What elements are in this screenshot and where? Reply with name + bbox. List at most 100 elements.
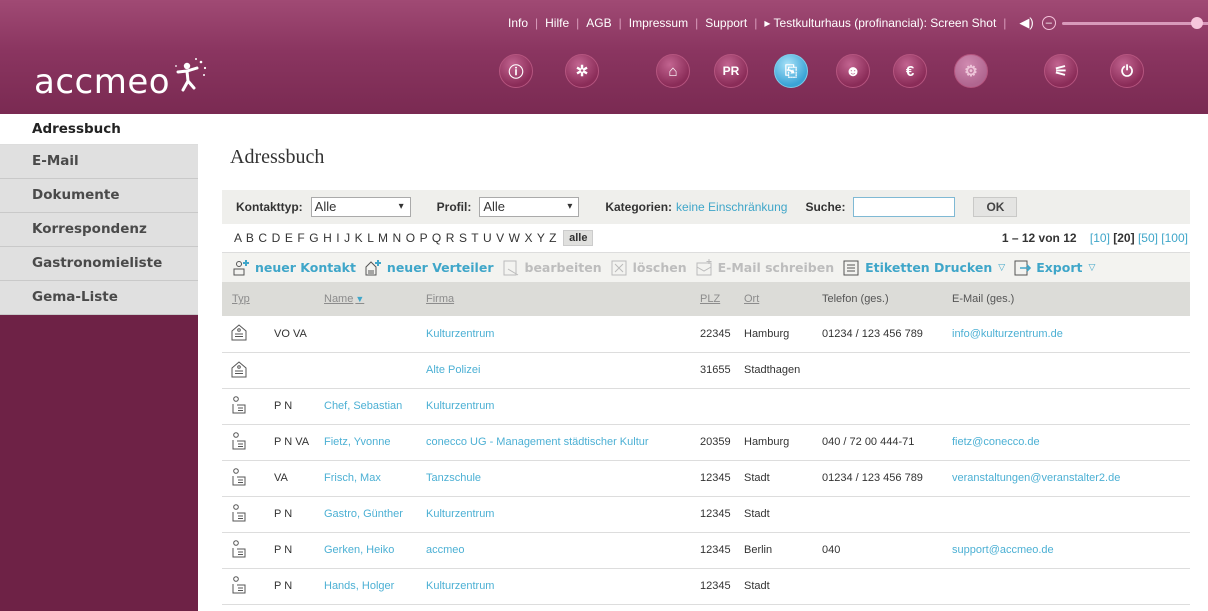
column-header-name[interactable]: Name ▼	[320, 282, 422, 316]
row-name-link[interactable]: Chef, Sebastian	[320, 388, 422, 425]
row-firma-link[interactable]: conecco UG - Management städtischer Kult…	[422, 424, 696, 461]
row-email-link[interactable]: veranstaltungen@veranstalter2.de	[948, 460, 1190, 497]
table-row[interactable]: P N Chef, Sebastian Kulturzentrum	[222, 388, 1190, 425]
row-name-link[interactable]: Frisch, Max	[320, 460, 422, 497]
print-labels-button[interactable]: Etiketten Drucken ▽	[842, 259, 1005, 277]
page-size-20[interactable]: [20]	[1113, 231, 1134, 245]
settings-icon[interactable]: ⚙	[954, 54, 988, 88]
row-type-icon-cell	[222, 352, 270, 389]
table-row[interactable]: P N Hands, Holger Kulturzentrum 12345 Stadt	[222, 568, 1190, 605]
row-firma-link[interactable]: Kulturzentrum	[422, 568, 696, 605]
sidebar-item-gema-liste[interactable]: Gema-Liste	[0, 281, 198, 315]
mixer-icon[interactable]: ⚟	[1044, 54, 1078, 88]
top-link-support[interactable]: Support	[705, 16, 747, 30]
action-toolbar: neuer Kontakt neuer Verteiler bearbeiten…	[222, 252, 1190, 282]
row-email-link[interactable]: fietz@conecco.de	[948, 424, 1190, 461]
page-title: Adressbuch	[230, 146, 325, 168]
ok-button[interactable]: OK	[973, 197, 1018, 217]
table-row[interactable]: VA Frisch, Max Tanzschule 12345 Stadt 01234 /…	[222, 460, 1190, 497]
row-firma-link[interactable]: Kulturzentrum	[422, 316, 696, 353]
email-icon	[696, 258, 712, 275]
sidebar-item-korrespondenz[interactable]: Korrespondenz	[0, 213, 198, 247]
row-ort: Stadt	[740, 496, 818, 533]
row-telefon: 01234 / 123 456 789	[818, 460, 948, 497]
profil-select[interactable]: Alle ▾	[479, 197, 580, 217]
row-email-link[interactable]: support@accmeo.de	[948, 532, 1190, 569]
row-type-icon-cell	[222, 496, 270, 533]
volume-minus-button[interactable]: –	[1041, 16, 1056, 30]
column-header-firma[interactable]: Firma	[422, 282, 696, 316]
speaker-icon[interactable]: ◀︎)	[1019, 15, 1033, 31]
search-input[interactable]	[853, 197, 956, 217]
sidebar-item-email[interactable]: E-Mail	[0, 145, 198, 179]
row-name-link[interactable]: Fietz, Yvonne	[320, 424, 422, 461]
alphabet-letters[interactable]: A B C D E F G H I J K L M N O P Q R S T …	[234, 231, 557, 245]
table-row[interactable]: P N Gerken, Heiko accmeo 12345 Berlin 040 supp…	[222, 532, 1190, 569]
row-firma-link[interactable]: Alte Polizei	[422, 352, 696, 389]
row-name-link[interactable]: Gerken, Heiko	[320, 532, 422, 569]
row-email-link[interactable]	[948, 388, 1190, 425]
account-switcher[interactable]: ▸ Testkulturhaus (profinancial): Screen …	[764, 16, 996, 30]
export-button[interactable]: Export ▽	[1013, 259, 1095, 277]
sidebar-item-gastronomieliste[interactable]: Gastronomieliste	[0, 247, 198, 281]
top-menu-bar: Info | Hilfe | AGB | Impressum | Support | ▸ …	[508, 12, 1208, 34]
row-email-link[interactable]	[948, 352, 1190, 389]
euro-icon[interactable]: €	[893, 54, 927, 88]
row-ort: Hamburg	[740, 316, 818, 353]
delete-button[interactable]: löschen	[610, 259, 687, 277]
dropdown-triangle-icon: ▽	[1088, 262, 1096, 273]
table-row[interactable]: VO VA Kulturzentrum 22345 Hamburg 01234 / 12…	[222, 316, 1190, 353]
sidebar-item-adressbuch[interactable]: Adressbuch	[0, 114, 198, 145]
row-email-link[interactable]	[948, 496, 1190, 533]
row-name-link[interactable]	[320, 316, 422, 353]
row-typ: VO VA	[270, 316, 320, 353]
table-row[interactable]: Alte Polizei 31655 Stadthagen	[222, 352, 1190, 389]
row-plz	[696, 388, 740, 425]
alle-button[interactable]: alle	[563, 230, 594, 246]
organization-icon	[231, 324, 247, 341]
volume-slider[interactable]	[1061, 16, 1208, 29]
new-contact-button[interactable]: neuer Kontakt	[232, 259, 356, 277]
row-email-link[interactable]: info@kulturzentrum.de	[948, 316, 1190, 353]
top-link-hilfe[interactable]: Hilfe	[545, 16, 569, 30]
row-type-icon-cell	[222, 460, 270, 497]
pr-icon[interactable]: PR	[714, 54, 748, 88]
kontakttyp-select[interactable]: Alle ▾	[310, 197, 411, 217]
power-icon[interactable]: ⏻	[1110, 54, 1144, 88]
table-header-row: Typ Name ▼ Firma PLZ Ort Telefon (ges.) E…	[222, 282, 1190, 316]
row-name-link[interactable]	[320, 352, 422, 389]
top-link-impressum[interactable]: Impressum	[629, 16, 688, 30]
row-firma-link[interactable]: Tanzschule	[422, 460, 696, 497]
row-firma-link[interactable]: Kulturzentrum	[422, 496, 696, 533]
page-size-100[interactable]: [100]	[1161, 231, 1188, 245]
top-link-info[interactable]: Info	[508, 16, 528, 30]
page-size-50[interactable]: [50]	[1138, 231, 1158, 245]
accmeo-logo[interactable]: accmeo	[34, 62, 170, 102]
column-header-typ[interactable]: Typ	[222, 282, 270, 316]
table-row[interactable]: P N VA Fietz, Yvonne conecco UG - Manageme…	[222, 424, 1190, 461]
row-email-link[interactable]	[948, 568, 1190, 605]
table-row[interactable]: P N Gastro, Günther Kulturzentrum 12345 Stad…	[222, 496, 1190, 533]
info-icon[interactable]: ⓘ	[499, 54, 533, 88]
row-typ: P N	[270, 532, 320, 569]
column-header-ort[interactable]: Ort	[740, 282, 818, 316]
people-icon[interactable]: ☻	[836, 54, 870, 88]
write-email-button[interactable]: E-Mail schreiben	[695, 258, 834, 277]
edit-button[interactable]: bearbeiten	[502, 259, 602, 277]
row-name-link[interactable]: Gastro, Günther	[320, 496, 422, 533]
select-arrow-icon: ▾	[567, 201, 573, 212]
new-list-button[interactable]: neuer Verteiler	[364, 259, 494, 277]
home-icon[interactable]: ⌂	[656, 54, 690, 88]
top-link-agb[interactable]: AGB	[586, 16, 611, 30]
sidebar-item-dokumente[interactable]: Dokumente	[0, 179, 198, 213]
network-icon[interactable]: ✲	[565, 54, 599, 88]
paperclip-icon[interactable]: ⎘	[774, 54, 808, 88]
volume-slider-handle[interactable]	[1190, 16, 1203, 29]
row-firma-link[interactable]: Kulturzentrum	[422, 388, 696, 425]
dropdown-triangle-icon: ▽	[998, 262, 1006, 273]
row-name-link[interactable]: Hands, Holger	[320, 568, 422, 605]
row-firma-link[interactable]: accmeo	[422, 532, 696, 569]
page-size-10[interactable]: [10]	[1090, 231, 1110, 245]
column-header-plz[interactable]: PLZ	[696, 282, 740, 316]
kategorien-link[interactable]: keine Einschränkung	[676, 200, 787, 214]
